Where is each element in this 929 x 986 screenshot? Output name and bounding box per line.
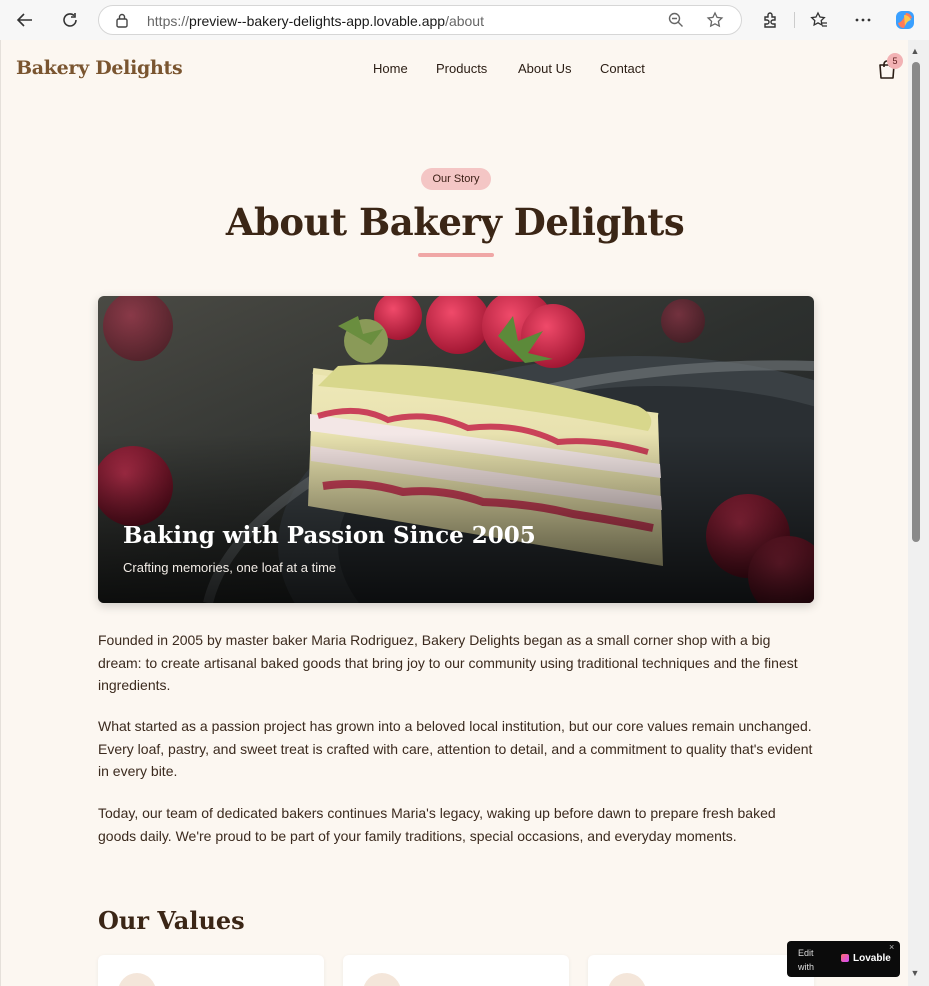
- page-title: About Bakery Delights: [225, 200, 685, 244]
- favorite-star-icon[interactable]: [706, 11, 724, 34]
- section-pill: Our Story: [421, 168, 491, 190]
- value-icon-circle: [363, 973, 401, 986]
- value-icon-circle: [608, 973, 646, 986]
- site-logo[interactable]: Bakery Delights: [16, 57, 183, 79]
- favorites-icon[interactable]: [805, 6, 833, 34]
- url-text: https://preview--bakery-delights-app.lov…: [147, 13, 484, 29]
- nav-products[interactable]: Products: [436, 61, 487, 76]
- value-card: [588, 955, 814, 986]
- back-arrow-icon[interactable]: [11, 6, 39, 34]
- refresh-icon[interactable]: [56, 6, 84, 34]
- close-badge-icon[interactable]: ×: [889, 942, 894, 952]
- scroll-down-arrow-icon[interactable]: ▼: [909, 968, 921, 978]
- nav-about-us[interactable]: About Us: [518, 61, 571, 76]
- lovable-logo-icon: [841, 954, 849, 962]
- page-viewport: Bakery Delights Home Products About Us C…: [0, 40, 908, 986]
- edit-with-label: Edit with: [798, 948, 815, 972]
- story-paragraph-1: Founded in 2005 by master baker Maria Ro…: [98, 632, 798, 693]
- scrollbar-thumb[interactable]: [912, 62, 920, 542]
- toolbar-divider: [794, 12, 795, 28]
- story-paragraph-2: What started as a passion project has gr…: [98, 718, 813, 779]
- nav-contact[interactable]: Contact: [600, 61, 645, 76]
- cart-count-badge: 5: [887, 53, 903, 69]
- lock-icon: [115, 12, 129, 33]
- browser-toolbar: https://preview--bakery-delights-app.lov…: [0, 0, 929, 40]
- value-icon-circle: [118, 973, 156, 986]
- copilot-icon[interactable]: [891, 6, 919, 34]
- extensions-icon[interactable]: [756, 6, 784, 34]
- more-menu-icon[interactable]: [849, 6, 877, 34]
- zoom-icon[interactable]: [667, 11, 685, 34]
- scroll-up-arrow-icon[interactable]: ▲: [909, 46, 921, 56]
- address-bar[interactable]: https://preview--bakery-delights-app.lov…: [98, 5, 742, 35]
- nav-home[interactable]: Home: [373, 61, 408, 76]
- value-card: [98, 955, 324, 986]
- title-underline: [418, 253, 494, 257]
- edit-with-lovable-badge[interactable]: Edit with Lovable ×: [787, 941, 900, 977]
- values-heading: Our Values: [98, 906, 245, 935]
- cake-photo: [98, 296, 814, 603]
- value-card: [343, 955, 569, 986]
- story-paragraph-3: Today, our team of dedicated bakers cont…: [98, 805, 776, 844]
- hero-image-caption: Baking with Passion Since 2005: [123, 522, 536, 549]
- lovable-brand-label: Lovable: [853, 953, 891, 964]
- hero-image-subcaption: Crafting memories, one loaf at a time: [123, 560, 337, 575]
- hero-image: Baking with Passion Since 2005 Crafting …: [98, 296, 814, 603]
